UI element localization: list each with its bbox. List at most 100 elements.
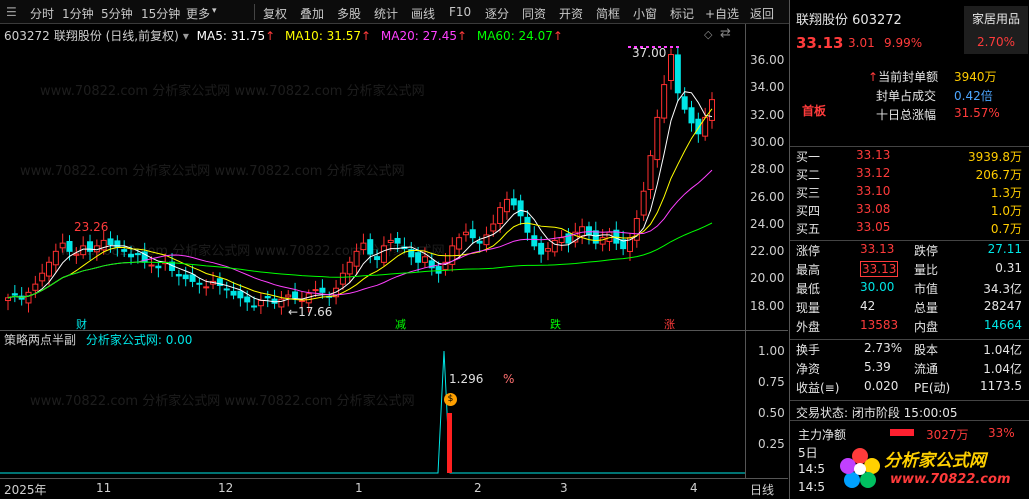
candle-body	[476, 240, 483, 244]
menu-icon[interactable]: ☰	[6, 5, 17, 19]
candle-body	[182, 274, 189, 280]
last-price: 33.13	[796, 34, 844, 52]
candle-body	[244, 296, 251, 303]
btn-biaoji[interactable]: 标记	[670, 5, 694, 22]
bid-book: 买一 33.13 3939.8万 买二 33.12 206.7万 买三 33.10 …	[790, 148, 1029, 238]
tab-fenshi[interactable]: 分时	[30, 5, 54, 22]
candle-body	[551, 239, 558, 253]
price-tick: 20.00	[750, 271, 785, 286]
bid-label: 买二	[796, 168, 821, 182]
bid-price[interactable]: 33.13	[856, 148, 890, 162]
stat-label: 外盘	[796, 320, 821, 334]
candle-body	[606, 231, 613, 242]
ma10-line	[7, 108, 713, 301]
ma10-label: MA10: 31.57	[284, 29, 362, 43]
main-flow-bar	[890, 429, 914, 436]
price-tick: 34.00	[750, 80, 785, 95]
price-tick: 36.00	[750, 53, 785, 67]
peak-label: 23.26	[74, 220, 109, 234]
candle-body	[264, 296, 271, 299]
stat-label: 量比	[914, 263, 939, 277]
high-price-label: 37.00	[632, 46, 667, 60]
tab-more[interactable]: 更多	[186, 5, 210, 22]
price-tick: 26.00	[750, 189, 785, 204]
candle-body	[237, 290, 244, 299]
stat-label: 内盘	[914, 320, 939, 334]
candle-body	[599, 237, 606, 245]
period-label[interactable]: 日线	[750, 481, 774, 498]
bid-volume: 1.0万	[990, 204, 1022, 218]
price-tick: 28.00	[750, 162, 785, 177]
candle-body	[456, 237, 463, 250]
sector-name: 家居用品	[971, 12, 1020, 26]
btn-tongji[interactable]: 统计	[374, 5, 398, 22]
candle-body	[298, 300, 305, 303]
dropdown-icon[interactable]: ▾	[183, 29, 189, 43]
settings-diamond-icon[interactable]: ◇	[704, 28, 712, 41]
seal-ratio: 0.42倍	[954, 89, 993, 103]
candlestick-chart[interactable]	[0, 44, 745, 329]
candle-body	[175, 274, 182, 277]
tab-15min[interactable]: 15分钟	[141, 5, 180, 22]
candle-body	[517, 200, 524, 217]
bid-volume: 206.7万	[975, 168, 1022, 182]
candle-body	[497, 207, 504, 225]
tab-5min[interactable]: 5分钟	[101, 5, 133, 22]
btn-f10[interactable]: F10	[449, 5, 471, 19]
candle-body	[585, 226, 592, 236]
btn-duogu[interactable]: 多股	[337, 5, 361, 22]
btn-jiankuang[interactable]: 简框	[596, 5, 620, 22]
candle-body	[674, 54, 681, 94]
signal-dot	[676, 46, 679, 48]
price-tick: 32.00	[750, 107, 785, 122]
swap-icon[interactable]: ⇄	[720, 26, 731, 41]
stat-value: 14664	[983, 318, 1022, 332]
sector-box[interactable]: 家居用品 2.70%	[964, 6, 1028, 54]
btn-kaizi[interactable]: 开资	[559, 5, 583, 22]
candle-body	[374, 256, 381, 261]
sector-pct: 2.70%	[976, 35, 1016, 49]
chevron-down-icon[interactable]: ▾	[212, 6, 217, 16]
bid-price[interactable]: 33.08	[856, 202, 890, 216]
bid-price[interactable]: 33.05	[856, 220, 890, 234]
indicator-chart[interactable]	[0, 345, 745, 478]
candle-body	[592, 230, 599, 244]
btn-xiaochuang[interactable]: 小窗	[633, 5, 657, 22]
bid-price[interactable]: 33.12	[856, 166, 890, 180]
seal-ratio-label: 封单占成交	[876, 89, 937, 103]
money-bag-icon: $	[444, 393, 457, 406]
candle-body	[490, 223, 497, 232]
btn-huaxian[interactable]: 画线	[411, 5, 435, 22]
bid-price[interactable]: 33.10	[856, 184, 890, 198]
candle-body	[661, 84, 668, 119]
low-price-label: ←17.66	[288, 305, 333, 319]
candle-body	[148, 264, 155, 267]
candle-body	[312, 289, 319, 292]
price-change: 3.01	[848, 36, 875, 50]
stat-label: 股本	[914, 343, 939, 357]
bid-label: 买四	[796, 204, 821, 218]
candle-body	[121, 249, 128, 252]
logo-text: 分析家公式网	[884, 451, 986, 471]
tab-1min[interactable]: 1分钟	[62, 5, 94, 22]
candle-body	[319, 287, 326, 293]
btn-zhufen[interactable]: 逐分	[485, 5, 509, 22]
xaxis-label: 1	[355, 481, 363, 495]
btn-fuquan[interactable]: 复权	[263, 5, 287, 22]
candle-body	[688, 107, 695, 124]
candle-body	[469, 229, 476, 239]
candle-body	[558, 237, 565, 243]
main-flow-pct: 33%	[988, 426, 1015, 440]
time-label-2: 14:5	[798, 480, 825, 494]
candle-body	[134, 253, 141, 256]
price-tick: 22.00	[750, 244, 785, 259]
btn-diejia[interactable]: 叠加	[300, 5, 324, 22]
chart-title-bar: 603272 联翔股份 (日线,前复权) ▾ MA5: 31.75↑ MA10: 3…	[4, 29, 563, 43]
btn-back[interactable]: 返回	[750, 5, 774, 22]
stat-value: 28247	[983, 299, 1022, 313]
btn-tongzi[interactable]: 同资	[522, 5, 546, 22]
stat-value: 33.13	[860, 242, 895, 256]
candle-body	[251, 305, 258, 308]
indicator-tick: 1.00	[758, 344, 785, 358]
btn-add-watch[interactable]: +自选	[705, 5, 739, 22]
